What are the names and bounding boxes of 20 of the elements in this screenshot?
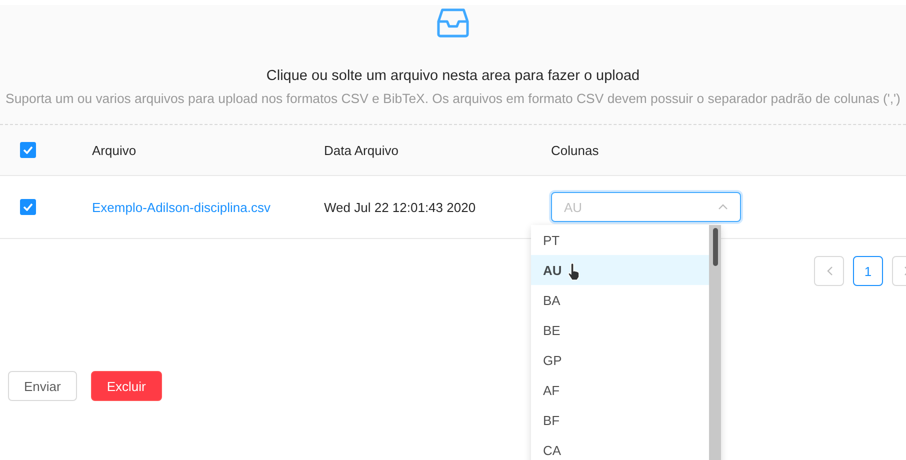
dropdown-option[interactable]: PT bbox=[531, 225, 709, 255]
dropdown-option[interactable]: AU bbox=[531, 255, 709, 285]
inbox-icon bbox=[436, 7, 470, 38]
column-header: Arquivo bbox=[92, 142, 138, 158]
checkbox[interactable] bbox=[20, 199, 36, 215]
upload-hint: Suporta um ou varios arquivos para upload nos formatos CSV e BibTeX. Os arquivos em formato CSV devem possuir o separador padrão de colunas (',') bbox=[6, 91, 900, 106]
chevron-left-icon bbox=[826, 266, 832, 276]
check-icon bbox=[23, 146, 33, 154]
chevron-icon bbox=[718, 204, 728, 210]
submit-button[interactable]: Enviar bbox=[8, 371, 77, 401]
delete-button[interactable]: Excluir bbox=[90, 371, 162, 401]
hand-cursor-icon bbox=[567, 263, 581, 281]
upload-dropzone[interactable] bbox=[0, 5, 906, 125]
file-date: Wed Jul 22 12:01:43 2020 bbox=[324, 200, 477, 214]
check-icon bbox=[23, 203, 33, 211]
upload-title: Clique ou solte um arquivo nesta area para fazer o upload bbox=[266, 68, 640, 84]
checkbox[interactable] bbox=[20, 142, 36, 158]
scrollbar[interactable] bbox=[709, 225, 721, 460]
column-header: Data Arquivo bbox=[324, 142, 400, 158]
column-header: Colunas bbox=[551, 142, 600, 158]
